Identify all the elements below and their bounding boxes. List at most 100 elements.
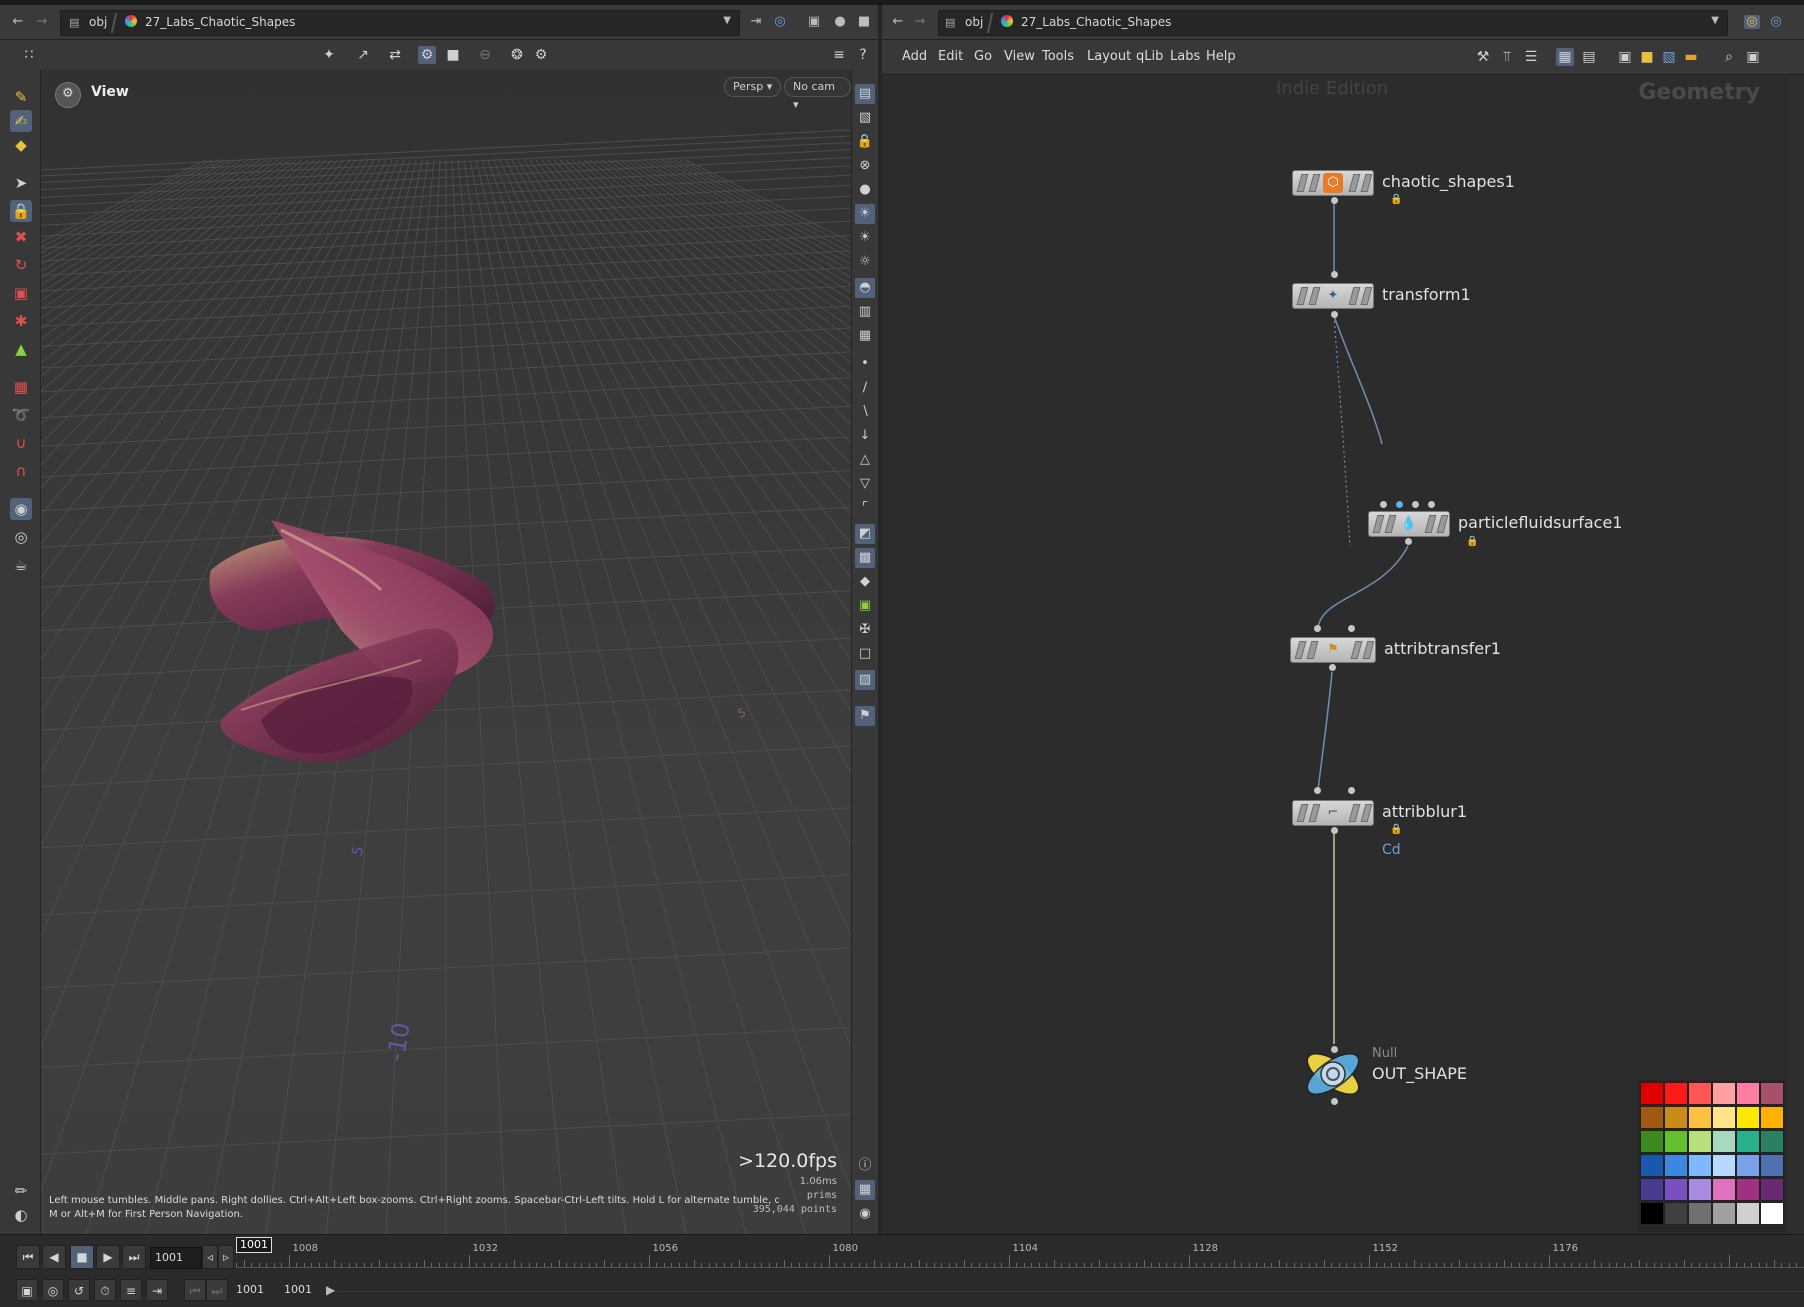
node-bypass-flag[interactable] xyxy=(1296,287,1309,305)
node-template-flag[interactable] xyxy=(1348,174,1361,192)
view-list-icon[interactable]: ≡ xyxy=(830,46,848,64)
node-display-flag[interactable] xyxy=(1362,641,1375,659)
link-icon[interactable]: ◎ xyxy=(772,15,788,29)
color-swatch[interactable] xyxy=(1712,1154,1736,1177)
color-swatch[interactable] xyxy=(1712,1202,1736,1225)
range-slider-track[interactable] xyxy=(338,1291,1804,1292)
maximize-icon[interactable]: ■ xyxy=(856,15,872,29)
axis-icon[interactable]: ✠ xyxy=(855,620,875,640)
step-back-icon[interactable]: ◀ xyxy=(42,1245,66,1269)
frame-icon[interactable]: □ xyxy=(855,644,875,664)
node-display-flag[interactable] xyxy=(1360,174,1373,192)
path-root[interactable]: obj xyxy=(89,15,107,29)
node-bypass-flag[interactable] xyxy=(1372,515,1385,533)
color-swatch[interactable] xyxy=(1760,1154,1784,1177)
node-lock-flag[interactable] xyxy=(1308,174,1321,192)
bounding-box-icon[interactable]: ⌜ xyxy=(855,498,875,518)
input-port[interactable] xyxy=(1348,625,1355,632)
color-swatch[interactable] xyxy=(1688,1202,1712,1225)
network-canvas[interactable]: Indie Edition Geometry ⬡ chaotic_shapes1… xyxy=(882,76,1788,1234)
loop-icon[interactable]: ↺ xyxy=(68,1279,90,1301)
scale-tool-icon[interactable]: ▣ xyxy=(10,282,32,304)
output-port[interactable] xyxy=(1405,538,1412,545)
color-swatch[interactable] xyxy=(1664,1154,1688,1177)
output-port[interactable] xyxy=(1331,1098,1338,1105)
realtime-icon[interactable]: ▣ xyxy=(16,1279,38,1301)
shaded-icon[interactable]: ◓ xyxy=(855,278,875,298)
range-icon[interactable]: ⇥ xyxy=(146,1279,168,1301)
disabled-icon[interactable]: ⊖ xyxy=(476,46,494,64)
grid-icon[interactable]: ▦ xyxy=(1556,48,1574,66)
help-icon[interactable]: ? xyxy=(854,46,872,64)
node-lock-flag[interactable] xyxy=(1384,515,1397,533)
stop-icon[interactable]: ■ xyxy=(444,46,462,64)
flip-icon[interactable]: ⇄ xyxy=(386,46,404,64)
settings-icon[interactable]: ⚙ xyxy=(532,46,550,64)
output-port[interactable] xyxy=(1331,827,1338,834)
menu-help[interactable]: Help xyxy=(1206,49,1236,64)
menu-edit[interactable]: Edit xyxy=(938,49,963,64)
rotate-tool-icon[interactable]: ↻ xyxy=(10,254,32,276)
magnet-tool-icon[interactable]: ∪ xyxy=(10,432,32,454)
xray-icon[interactable]: ◩ xyxy=(855,524,875,544)
menu-go[interactable]: Go xyxy=(974,49,992,64)
point-number-icon[interactable]: ↓ xyxy=(855,426,875,446)
brush-tool-icon[interactable]: ✎ xyxy=(10,86,32,108)
color-swatch[interactable] xyxy=(1736,1178,1760,1201)
node-template-flag[interactable] xyxy=(1348,287,1361,305)
next-key-icon[interactable]: ▹ xyxy=(218,1245,234,1269)
desktop-icon[interactable]: ▣ xyxy=(806,15,822,29)
node-bypass-flag[interactable] xyxy=(1294,641,1307,659)
node-display-flag[interactable] xyxy=(1360,804,1373,822)
color-swatch[interactable] xyxy=(1712,1178,1736,1201)
tile-icon[interactable]: ▤ xyxy=(1580,48,1598,66)
lasso-tool-icon[interactable]: ➰ xyxy=(10,404,32,426)
range-slider-handle-icon[interactable]: ▶ xyxy=(326,1283,335,1297)
note-icon[interactable]: ■ xyxy=(1638,48,1656,66)
node-attribtransfer1[interactable]: ⚑ xyxy=(1290,637,1376,663)
sculpt-tool-icon[interactable]: ◆ xyxy=(10,134,32,156)
color-swatch[interactable] xyxy=(1640,1106,1664,1129)
color-swatch[interactable] xyxy=(1760,1106,1784,1129)
headlight-icon[interactable]: ☼ xyxy=(855,252,875,272)
snap-magnet-icon[interactable]: ∩ xyxy=(10,460,32,482)
menu-tools[interactable]: Tools xyxy=(1042,49,1074,64)
node-transform1[interactable]: ✦ xyxy=(1292,283,1374,309)
frame-marker[interactable]: 1001 xyxy=(236,1237,272,1253)
shelf-grid-icon[interactable]: ∷ xyxy=(20,46,38,64)
input-port[interactable] xyxy=(1380,501,1387,508)
snap-icon[interactable]: ✦ xyxy=(320,46,338,64)
output-port[interactable] xyxy=(1331,311,1338,318)
wrench-icon[interactable]: ⚒ xyxy=(1474,48,1492,66)
input-port[interactable] xyxy=(1428,501,1435,508)
color-swatch[interactable] xyxy=(1688,1130,1712,1153)
color-swatch[interactable] xyxy=(1664,1130,1688,1153)
color-swatch[interactable] xyxy=(1736,1154,1760,1177)
lighting-icon[interactable]: ☀ xyxy=(855,204,875,224)
audio-icon[interactable]: ◎ xyxy=(42,1279,64,1301)
checker-icon[interactable]: ▩ xyxy=(855,548,875,568)
forward-arrow-icon[interactable]: → xyxy=(912,15,928,29)
path-current[interactable]: 27_Labs_Chaotic_Shapes xyxy=(145,15,295,29)
render-icon[interactable]: ❂ xyxy=(508,46,526,64)
node-display-flag[interactable] xyxy=(1360,287,1373,305)
display-icon[interactable]: ◐ xyxy=(10,1204,32,1226)
pin-icon[interactable]: ⇥ xyxy=(748,15,764,29)
close-circle-icon[interactable]: ⊗ xyxy=(855,156,875,176)
node-bypass-flag[interactable] xyxy=(1296,174,1309,192)
color-swatch[interactable] xyxy=(1736,1106,1760,1129)
node-particlefluidsurface1[interactable]: 💧 xyxy=(1368,511,1450,537)
input-port[interactable] xyxy=(1314,787,1321,794)
uv-icon[interactable]: ▣ xyxy=(855,596,875,616)
grid-view-icon[interactable]: ▦ xyxy=(855,1180,875,1200)
node-lock-flag[interactable] xyxy=(1306,641,1319,659)
node-display-flag[interactable] xyxy=(1436,515,1449,533)
color-swatch[interactable] xyxy=(1760,1082,1784,1105)
diamond-icon[interactable]: ◆ xyxy=(855,572,875,592)
stop-icon[interactable]: ■ xyxy=(70,1245,94,1269)
move-tool-icon[interactable]: ✖ xyxy=(10,226,32,248)
prev-key-icon[interactable]: ◃ xyxy=(202,1245,218,1269)
bulb-icon[interactable]: ☀ xyxy=(855,228,875,248)
color-swatch[interactable] xyxy=(1640,1082,1664,1105)
color-swatch[interactable] xyxy=(1760,1202,1784,1225)
